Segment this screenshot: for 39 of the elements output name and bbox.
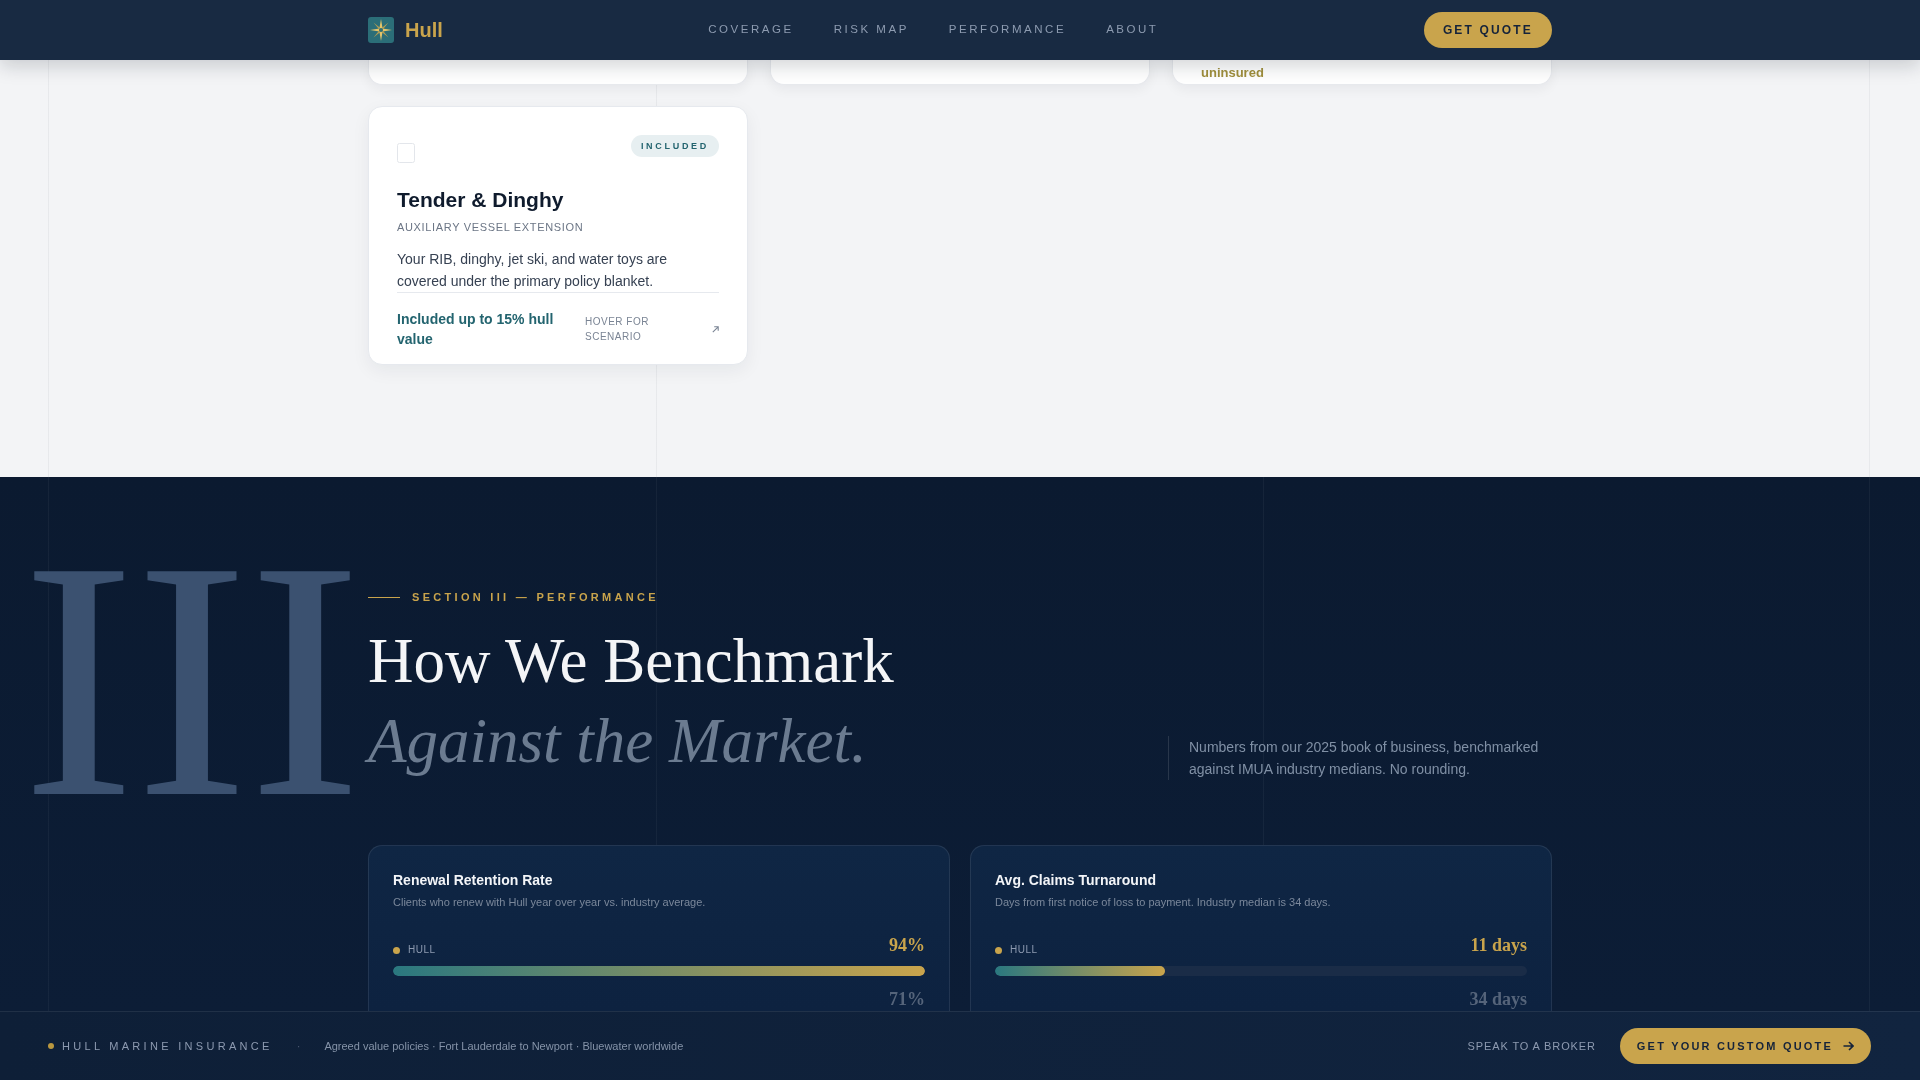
status-dot-icon xyxy=(48,1043,54,1049)
nav-link[interactable]: ABOUT xyxy=(1106,21,1159,39)
legend-dot-icon xyxy=(995,946,1002,954)
card-title: Tender & Dinghy xyxy=(397,187,565,213)
status-badge: INCLUDED xyxy=(630,135,719,157)
section-title: How We Benchmark xyxy=(368,625,894,698)
footer-separator: · xyxy=(296,1038,301,1054)
legend-label: HULL xyxy=(408,944,436,956)
card-description: Your RIB, dinghy, jet ski, and water toys are covered under the primary policy blanket. xyxy=(397,250,669,291)
coverage-value: Included up to 15% hull value xyxy=(397,310,555,349)
metric-description: Days from first notice of loss to payment. Industry median is 34 days. xyxy=(995,895,1332,909)
metric-value: 11 days xyxy=(1470,934,1527,956)
legend-dot-icon xyxy=(393,946,400,954)
metric-title: Avg. Claims Turnaround xyxy=(995,871,1157,889)
nav-link[interactable]: PERFORMANCE xyxy=(948,21,1067,39)
card-subtitle: AUXILIARY VESSEL EXTENSION xyxy=(397,220,585,234)
arrow-right-icon xyxy=(1843,1041,1854,1051)
section-numeral: III xyxy=(22,560,362,800)
comparison-value: 34 days xyxy=(1468,989,1527,1009)
brand-logo-link[interactable]: Hull xyxy=(368,15,443,45)
nav-link[interactable]: RISK MAP xyxy=(833,21,909,39)
metric-title: Renewal Retention Rate xyxy=(393,871,554,889)
section-eyebrow: SECTION III — PERFORMANCE xyxy=(412,590,659,604)
metric-description: Clients who renew with Hull year over year vs. industry average. xyxy=(393,895,707,909)
arrow-up-right-icon xyxy=(712,325,719,333)
square-outline-icon xyxy=(397,143,415,163)
section-intro: Numbers from our 2025 book of business, benchmarked against IMUA industry medians. No rounding. xyxy=(1168,736,1552,780)
speak-to-broker-link[interactable]: SPEAK TO A BROKER xyxy=(1467,1037,1596,1055)
compass-logo-icon xyxy=(368,17,394,43)
footer-tagline: Agreed value policies · Fort Lauderdale to Newport · Bluewater worldwide xyxy=(324,1038,684,1054)
get-quote-button[interactable]: GET QUOTE xyxy=(1423,12,1552,48)
metric-value: 94% xyxy=(889,934,925,956)
footer-brand: HULL MARINE INSURANCE xyxy=(62,1038,273,1054)
legend-label: HULL xyxy=(1010,944,1038,956)
hover-hint: HOVER FOR SCENARIO xyxy=(585,315,650,344)
custom-quote-button[interactable]: GET YOUR CUSTOM QUOTE xyxy=(1619,1028,1871,1064)
comparison-value: 71% xyxy=(888,989,925,1009)
coverage-note: uninsured xyxy=(1201,66,1264,80)
nav-link[interactable]: COVERAGE xyxy=(708,21,794,39)
